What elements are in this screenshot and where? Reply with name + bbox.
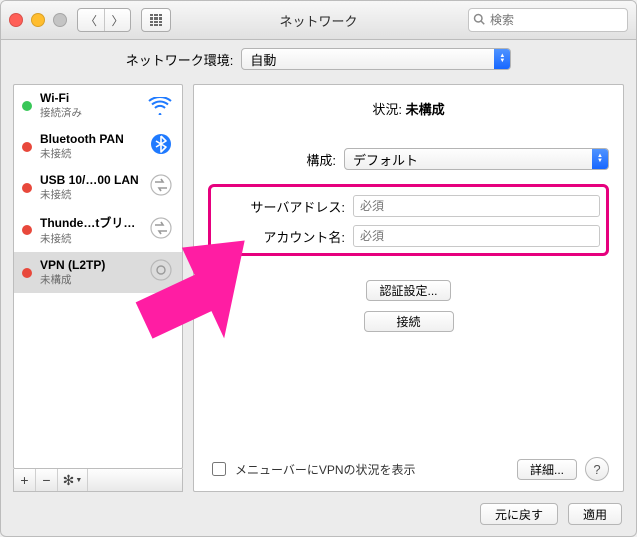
advanced-button[interactable]: 詳細... [517, 459, 577, 480]
status-row: 状況: 未構成 [208, 99, 609, 118]
location-row: ネットワーク環境: 自動 ▲▼ [1, 40, 636, 78]
service-status: 未接続 [40, 146, 140, 161]
service-item-usb-lan[interactable]: USB 10/…00 LAN 未接続 [14, 167, 182, 208]
menubar-checkbox-row[interactable]: メニューバーにVPNの状況を表示 [208, 459, 416, 479]
zoom-button [53, 13, 67, 27]
service-item-vpn[interactable]: VPN (L2TP) 未構成 [14, 252, 182, 293]
location-label: ネットワーク環境: [126, 50, 234, 69]
remove-service-button[interactable]: − [36, 469, 58, 491]
network-window: 〈 〉 ネットワーク ネットワーク環境: 自動 ▲▼ [0, 0, 637, 537]
traffic-lights [9, 13, 67, 27]
help-icon: ? [593, 462, 600, 477]
config-label: 構成: [208, 150, 336, 169]
service-status: 接続済み [40, 105, 140, 120]
auth-settings-button[interactable]: 認証設定... [366, 280, 450, 301]
service-name: Bluetooth PAN [40, 132, 140, 146]
server-address-input[interactable] [353, 195, 600, 217]
status-dot [22, 183, 32, 193]
connect-button[interactable]: 接続 [364, 311, 454, 332]
service-name: Wi-Fi [40, 91, 140, 105]
service-item-wifi[interactable]: Wi-Fi 接続済み [14, 85, 182, 126]
service-sidebar: Wi-Fi 接続済み Bluetooth PAN 未接続 [13, 84, 183, 469]
nav-buttons: 〈 〉 [77, 8, 131, 32]
service-name: VPN (L2TP) [40, 258, 140, 272]
config-select[interactable]: デフォルト ▲▼ [344, 148, 609, 170]
chevron-updown-icon: ▲▼ [592, 149, 608, 169]
window-footer: 元に戻す 適用 [1, 492, 636, 536]
status-dot [22, 101, 32, 111]
account-name-row: アカウント名: [217, 225, 600, 247]
chevron-left-icon: 〈 [85, 12, 97, 29]
search-icon [473, 13, 485, 28]
grid-icon [150, 14, 162, 26]
chevron-right-icon: 〉 [111, 12, 123, 29]
bridge-icon [148, 217, 174, 244]
show-all-button[interactable] [141, 8, 171, 32]
service-name: USB 10/…00 LAN [40, 173, 140, 187]
wifi-icon [148, 97, 174, 115]
search-input[interactable] [488, 12, 623, 28]
content: Wi-Fi 接続済み Bluetooth PAN 未接続 [1, 78, 636, 492]
highlighted-fields: サーバアドレス: アカウント名: [208, 184, 609, 256]
server-address-row: サーバアドレス: [217, 195, 600, 217]
service-settings-button[interactable]: ✻▼ [58, 469, 88, 491]
config-value: デフォルト [353, 150, 592, 169]
status-dot [22, 225, 32, 235]
ethernet-icon [148, 174, 174, 201]
config-row: 構成: デフォルト ▲▼ [208, 148, 609, 170]
status-value: 未構成 [406, 102, 445, 117]
service-status: 未構成 [40, 272, 140, 287]
add-service-button[interactable]: + [14, 469, 36, 491]
chevron-updown-icon: ▲▼ [494, 49, 510, 69]
revert-button[interactable]: 元に戻す [480, 503, 558, 525]
form: 構成: デフォルト ▲▼ サーバアドレス: アカウント名: [208, 148, 609, 332]
service-item-thunderbolt[interactable]: Thunde…tブリッジ 未接続 [14, 208, 182, 252]
service-status: 未接続 [40, 231, 140, 246]
minimize-button[interactable] [31, 13, 45, 27]
gear-icon: ✻ [63, 472, 75, 489]
server-address-label: サーバアドレス: [217, 197, 345, 216]
account-name-label: アカウント名: [217, 227, 345, 246]
vpn-icon [148, 259, 174, 286]
status-label: 状況: [372, 102, 402, 117]
service-item-bluetooth[interactable]: Bluetooth PAN 未接続 [14, 126, 182, 167]
sidebar-footer: + − ✻▼ [13, 469, 183, 492]
action-buttons: 認証設定... 接続 [208, 280, 609, 332]
chevron-down-icon: ▼ [75, 477, 82, 484]
sidebar-wrap: Wi-Fi 接続済み Bluetooth PAN 未接続 [13, 84, 183, 492]
titlebar: 〈 〉 ネットワーク [1, 1, 636, 40]
service-name: Thunde…tブリッジ [40, 214, 140, 231]
status-dot [22, 268, 32, 278]
location-value: 自動 [250, 50, 494, 69]
search-field[interactable] [468, 8, 628, 32]
account-name-input[interactable] [353, 225, 600, 247]
location-select[interactable]: 自動 ▲▼ [241, 48, 511, 70]
apply-button[interactable]: 適用 [568, 503, 622, 525]
status-dot [22, 142, 32, 152]
forward-button[interactable]: 〉 [104, 9, 130, 31]
bluetooth-icon [148, 133, 174, 160]
back-button[interactable]: 〈 [78, 9, 104, 31]
help-button[interactable]: ? [585, 457, 609, 481]
show-vpn-menubar-checkbox[interactable] [212, 462, 226, 476]
service-status: 未接続 [40, 187, 140, 202]
menubar-checkbox-label: メニューバーにVPNの状況を表示 [235, 461, 416, 478]
detail-footer: メニューバーにVPNの状況を表示 詳細... ? [208, 451, 609, 481]
close-button[interactable] [9, 13, 23, 27]
detail-pane: 状況: 未構成 構成: デフォルト ▲▼ サーバアドレス: [193, 84, 624, 492]
